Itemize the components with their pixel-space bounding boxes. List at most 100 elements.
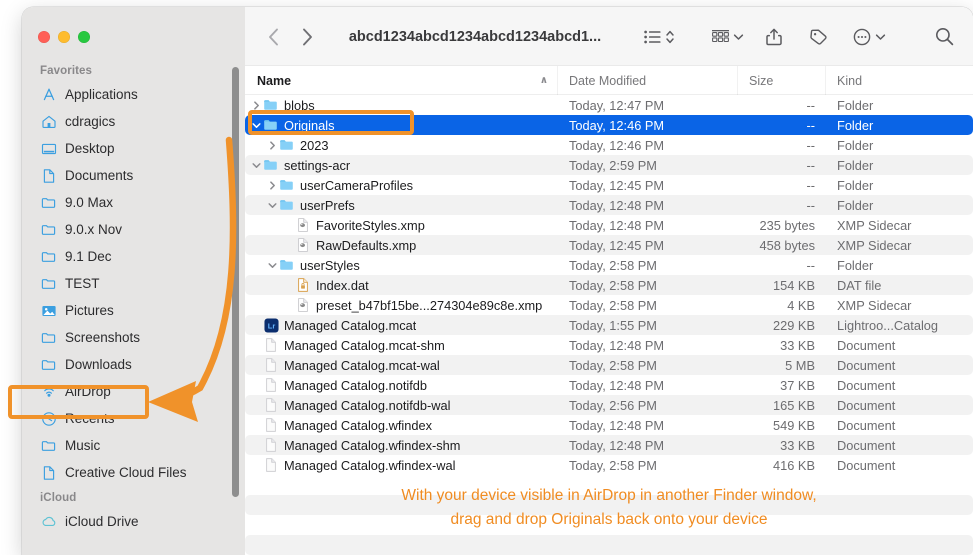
table-row[interactable]: Managed Catalog.wfindex-wal Today, 2:58 P… bbox=[245, 455, 973, 475]
sidebar-item-airdrop[interactable]: AirDrop bbox=[30, 378, 237, 405]
file-name: Managed Catalog.mcat-shm bbox=[284, 337, 445, 353]
more-actions-chevron-down-icon[interactable] bbox=[873, 24, 887, 50]
file-name-cell[interactable]: FavoriteStyles.xmp bbox=[245, 215, 557, 235]
table-row[interactable]: userCameraProfiles Today, 12:45 PM -- Folde… bbox=[245, 175, 973, 195]
table-row[interactable]: Originals Today, 12:46 PM -- Folder bbox=[245, 115, 973, 135]
file-name-cell[interactable]: Originals bbox=[245, 115, 557, 135]
file-name-cell[interactable]: Managed Catalog.wfindex bbox=[245, 415, 557, 435]
file-name: Index.dat bbox=[316, 277, 369, 293]
share-icon[interactable] bbox=[759, 24, 789, 50]
file-size: 416 KB bbox=[773, 457, 815, 473]
file-name-cell[interactable]: Managed Catalog.notifdb-wal bbox=[245, 395, 557, 415]
file-name: Managed Catalog.wfindex bbox=[284, 417, 432, 433]
chevron-right-icon[interactable] bbox=[265, 140, 279, 150]
sidebar-item-cdragics[interactable]: cdragics bbox=[30, 108, 237, 135]
sidebar-item-icloud-drive[interactable]: iCloud Drive bbox=[30, 508, 237, 535]
file-name-cell[interactable]: Managed Catalog.mcat-wal bbox=[245, 355, 557, 375]
search-icon[interactable] bbox=[929, 24, 959, 50]
sidebar-item-desktop[interactable]: Desktop bbox=[30, 135, 237, 162]
group-by-chevron-down-icon[interactable] bbox=[731, 24, 745, 50]
sidebar-item-pictures[interactable]: Pictures bbox=[30, 297, 237, 324]
file-name-cell[interactable]: Lr Managed Catalog.mcat bbox=[245, 315, 557, 335]
sidebar-item-downloads[interactable]: Downloads bbox=[30, 351, 237, 378]
sidebar-item-label: Documents bbox=[65, 168, 134, 183]
sidebar-item-creative-cloud-files[interactable]: Creative Cloud Files bbox=[30, 459, 237, 486]
column-header-size[interactable]: Size bbox=[737, 66, 825, 95]
sidebar-item-recents[interactable]: Recents bbox=[30, 405, 237, 432]
file-kind: Document bbox=[837, 417, 896, 433]
table-row[interactable]: userPrefs Today, 12:48 PM -- Folder bbox=[245, 195, 973, 215]
back-button[interactable] bbox=[261, 25, 285, 49]
column-header-date-modified[interactable]: Date Modified bbox=[557, 66, 737, 95]
sidebar-item-documents[interactable]: Documents bbox=[30, 162, 237, 189]
sidebar-item-music[interactable]: Music bbox=[30, 432, 237, 459]
chevron-right-icon[interactable] bbox=[249, 100, 263, 110]
tags-icon[interactable] bbox=[803, 24, 833, 50]
file-size: -- bbox=[806, 137, 815, 153]
view-stepper-icon[interactable] bbox=[663, 24, 677, 50]
table-row[interactable]: userStyles Today, 2:58 PM -- Folder bbox=[245, 255, 973, 275]
table-row[interactable]: Lr Managed Catalog.mcat Today, 1:55 PM 229 … bbox=[245, 315, 973, 335]
close-button[interactable] bbox=[38, 31, 50, 43]
table-row[interactable]: 2023 Today, 12:46 PM -- Folder bbox=[245, 135, 973, 155]
chevron-right-icon[interactable] bbox=[265, 180, 279, 190]
content-pane: abcd1234abcd1234abcd1234abcd1... Name ∧ … bbox=[245, 7, 973, 555]
file-name-cell[interactable]: Managed Catalog.notifdb bbox=[245, 375, 557, 395]
file-name-cell[interactable]: userCameraProfiles bbox=[245, 175, 557, 195]
sidebar-item-9-0-x-nov[interactable]: 9.0.x Nov bbox=[30, 216, 237, 243]
file-name-cell[interactable]: RawDefaults.xmp bbox=[245, 235, 557, 255]
chevron-down-icon[interactable] bbox=[249, 122, 263, 129]
folder-icon bbox=[40, 194, 57, 211]
file-kind: XMP Sidecar bbox=[837, 297, 912, 313]
table-row[interactable]: FavoriteStyles.xmp Today, 12:48 PM 235 byt… bbox=[245, 215, 973, 235]
sidebar-item-applications[interactable]: Applications bbox=[30, 81, 237, 108]
file-name-cell[interactable]: userStyles bbox=[245, 255, 557, 275]
file-name-cell[interactable]: 2023 bbox=[245, 135, 557, 155]
file-kind: Document bbox=[837, 377, 896, 393]
window-title: abcd1234abcd1234abcd1234abcd1... bbox=[348, 28, 602, 45]
file-size: -- bbox=[806, 97, 815, 113]
zoom-button[interactable] bbox=[78, 31, 90, 43]
file-name-cell[interactable]: Index.dat bbox=[245, 275, 557, 295]
file-name-cell[interactable]: Managed Catalog.wfindex-shm bbox=[245, 435, 557, 455]
chevron-down-icon[interactable] bbox=[249, 162, 263, 169]
sidebar-list[interactable]: Favorites Applications cdragics Desktop Docu… bbox=[22, 59, 245, 555]
file-size: -- bbox=[737, 155, 825, 175]
table-row[interactable]: RawDefaults.xmp Today, 12:45 PM 458 bytes X… bbox=[245, 235, 973, 255]
file-date-modified: Today, 12:45 PM bbox=[569, 177, 665, 193]
column-header-kind[interactable]: Kind bbox=[825, 66, 973, 95]
sidebar-item-9-0-max[interactable]: 9.0 Max bbox=[30, 189, 237, 216]
file-kind: XMP Sidecar bbox=[837, 217, 912, 233]
file-name-cell[interactable]: settings-acr bbox=[245, 155, 557, 175]
table-row[interactable]: Managed Catalog.notifdb Today, 12:48 PM 37… bbox=[245, 375, 973, 395]
folder-icon bbox=[279, 137, 295, 153]
file-name-cell[interactable]: Managed Catalog.mcat-shm bbox=[245, 335, 557, 355]
table-row[interactable]: Managed Catalog.wfindex Today, 12:48 PM 54… bbox=[245, 415, 973, 435]
file-name-cell[interactable]: Managed Catalog.wfindex-wal bbox=[245, 455, 557, 475]
column-header-name[interactable]: Name ∧ bbox=[245, 66, 557, 95]
table-row[interactable]: Managed Catalog.mcat-wal Today, 2:58 PM 5 … bbox=[245, 355, 973, 375]
file-name: FavoriteStyles.xmp bbox=[316, 217, 425, 233]
chevron-down-icon[interactable] bbox=[265, 202, 279, 209]
minimize-button[interactable] bbox=[58, 31, 70, 43]
table-row[interactable]: Managed Catalog.notifdb-wal Today, 2:56 P… bbox=[245, 395, 973, 415]
file-name-cell[interactable]: preset_b47bf15be...274304e89c8e.xmp bbox=[245, 295, 557, 315]
file-kind: Document bbox=[825, 355, 973, 375]
table-row[interactable]: Managed Catalog.wfindex-shm Today, 12:48 … bbox=[245, 435, 973, 455]
sidebar-item-screenshots[interactable]: Screenshots bbox=[30, 324, 237, 351]
table-row[interactable]: preset_b47bf15be...274304e89c8e.xmp Today… bbox=[245, 295, 973, 315]
file-list[interactable]: blobs Today, 12:47 PM -- Folder Originals Tod… bbox=[245, 95, 973, 555]
table-row[interactable]: Index.dat Today, 2:58 PM 154 KB DAT file bbox=[245, 275, 973, 295]
file-size: 549 KB bbox=[773, 417, 815, 433]
chevron-down-icon[interactable] bbox=[265, 262, 279, 269]
sidebar-scrollbar-thumb[interactable] bbox=[232, 67, 239, 497]
file-name-cell[interactable]: userPrefs bbox=[245, 195, 557, 215]
folder-icon bbox=[279, 257, 295, 273]
sidebar-item-9-1-dec[interactable]: 9.1 Dec bbox=[30, 243, 237, 270]
folder-icon bbox=[40, 248, 57, 265]
sidebar-item-test[interactable]: TEST bbox=[30, 270, 237, 297]
table-row[interactable]: settings-acr Today, 2:59 PM -- Folder bbox=[245, 155, 973, 175]
table-row[interactable]: Managed Catalog.mcat-shm Today, 12:48 PM 3… bbox=[245, 335, 973, 355]
file-name-cell[interactable]: blobs bbox=[245, 95, 557, 115]
table-row[interactable]: blobs Today, 12:47 PM -- Folder bbox=[245, 95, 973, 115]
